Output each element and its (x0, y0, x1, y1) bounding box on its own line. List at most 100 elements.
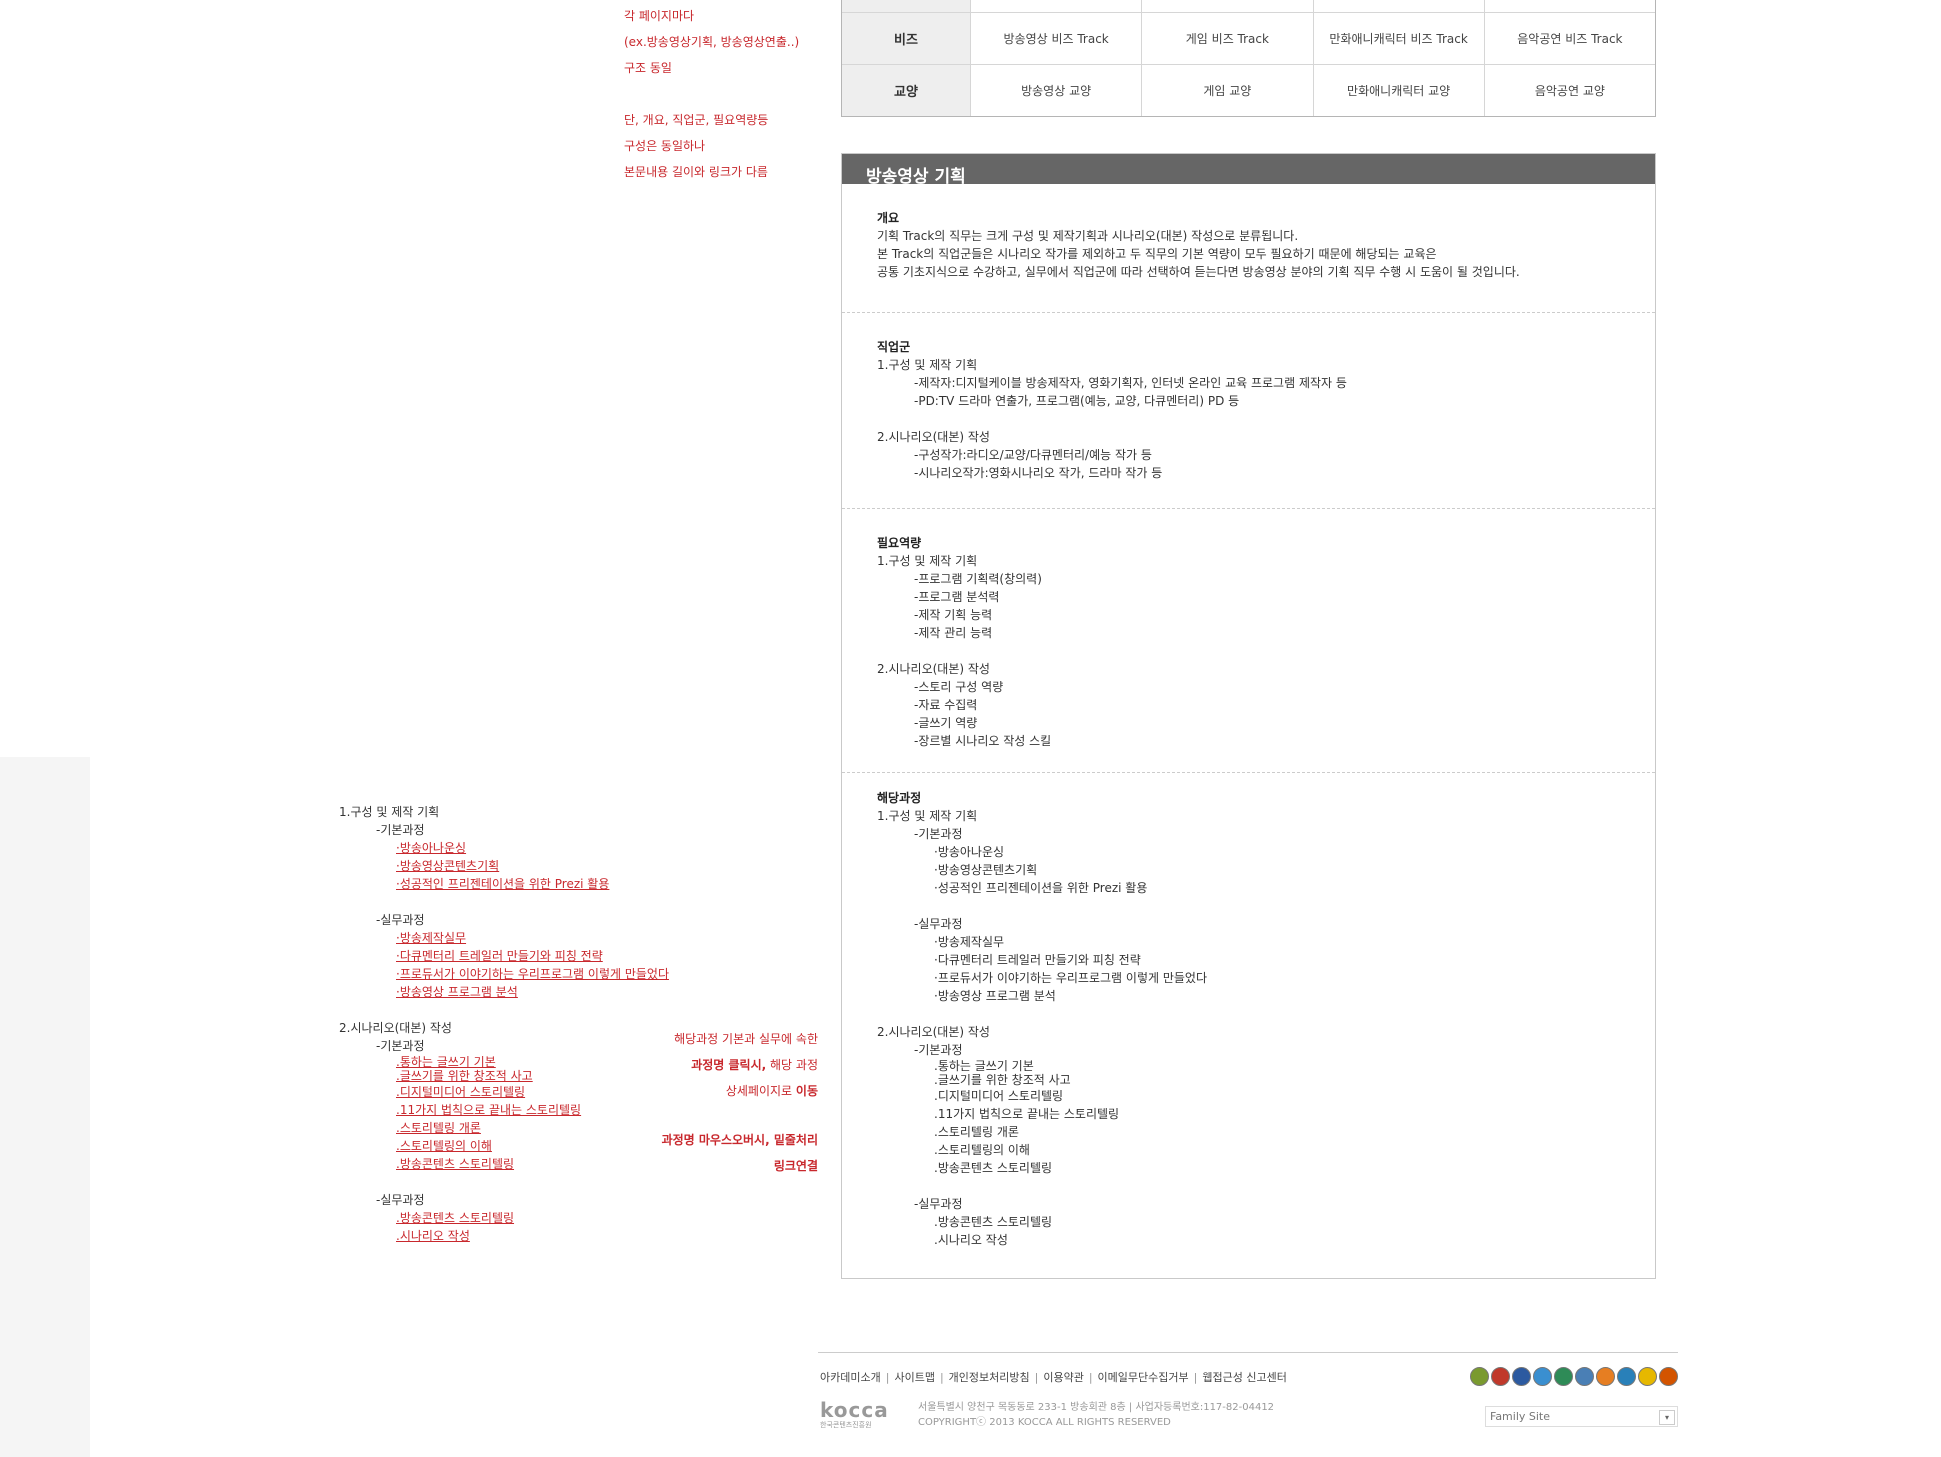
list-item: -시나리오작가:영화시나리오 작가, 드라마 작가 등 (914, 466, 1163, 480)
note-line: 단, 개요, 직업군, 필요역량등 (624, 113, 769, 127)
section-heading: 개요 (877, 211, 900, 225)
list-item: -자료 수집력 (914, 698, 978, 712)
course-link[interactable]: .방송콘텐츠 스토리텔링 (396, 1157, 514, 1171)
course-item: .스토리텔링 개론 (934, 1125, 1019, 1139)
course-link[interactable]: .11가지 법칙으로 끝내는 스토리텔링 (396, 1103, 581, 1117)
overview-text: 기획 Track의 직무는 크게 구성 및 제작기획과 시나리오(대본) 작성으… (877, 229, 1299, 243)
footer-link[interactable]: 이용약관 (1043, 1371, 1083, 1384)
course-category: -실무과정 (376, 1193, 425, 1207)
course-item: ·방송제작실무 (934, 935, 1005, 949)
course-link[interactable]: ·프로듀서가 이야기하는 우리프로그램 이렇게 만들었다 (396, 967, 669, 981)
separator: | (1088, 1371, 1093, 1384)
certification-badge-icon[interactable] (1491, 1367, 1510, 1386)
annotation-note-structure: 각 페이지마다 (ex.방송영상기획, 방송영상연출..) 구조 동일 단, 개… (624, 3, 799, 185)
group-title: 1.구성 및 제작 기획 (877, 554, 978, 568)
group-title: 2.시나리오(대본) 작성 (877, 662, 990, 676)
panel-header: 방송영상 기획 (842, 154, 1655, 184)
competency-section: 필요역량 1.구성 및 제작 기획 -프로그램 기획력(창의력) -프로그램 분… (842, 509, 1655, 773)
course-item: ·다큐멘터리 트레일러 만들기와 피칭 전략 (934, 953, 1141, 967)
footer: 아카데미소개 | 사이트맵 | 개인정보처리방침 | 이용약관 | 이메일무단수집거부 | 웹접근성… (818, 1352, 1678, 1429)
course-item: .방송콘텐츠 스토리텔링 (934, 1215, 1053, 1229)
group-title: 2.시나리오(대본) 작성 (339, 1021, 452, 1035)
certification-badges (1470, 1367, 1678, 1386)
course-category: -실무과정 (914, 917, 963, 931)
section-heading: 해당과정 (877, 791, 922, 805)
course-item: ·프로듀서가 이야기하는 우리프로그램 이렇게 만들었다 (934, 971, 1207, 985)
course-link[interactable]: ·방송영상 프로그램 분석 (396, 985, 518, 999)
course-link[interactable]: .스토리텔링의 이해 (396, 1139, 492, 1153)
row-label: 교양 (842, 65, 970, 116)
course-item: .11가지 법칙으로 끝내는 스토리텔링 (934, 1107, 1120, 1121)
course-category: -기본과정 (914, 827, 963, 841)
certification-badge-icon[interactable] (1617, 1367, 1636, 1386)
footer-link[interactable]: 아카데미소개 (820, 1371, 881, 1384)
note-line: (ex.방송영상기획, 방송영상연출..) (624, 35, 800, 49)
certification-badge-icon[interactable] (1575, 1367, 1594, 1386)
course-link[interactable]: ·성공적인 프리젠테이션을 위한 Prezi 활용 (396, 877, 609, 891)
course-item: .글쓰기를 위한 창조적 사고 (934, 1073, 1071, 1087)
page-title: 방송영상 기획 (866, 167, 966, 184)
list-item: -PD:TV 드라마 연출가, 프로그램(예능, 교양, 다큐멘터리) PD 등 (914, 394, 1240, 408)
section-heading: 직업군 (877, 340, 911, 354)
course-link[interactable]: .방송콘텐츠 스토리텔링 (396, 1211, 514, 1225)
footer-link[interactable]: 웹접근성 신고센터 (1202, 1371, 1286, 1384)
list-item: -구성작가:라디오/교양/다큐멘터리/예능 작가 등 (914, 448, 1152, 462)
certification-badge-icon[interactable] (1638, 1367, 1657, 1386)
separator: | (1193, 1371, 1198, 1384)
course-link[interactable]: .디지털미디어 스토리텔링 (396, 1085, 525, 1099)
certification-badge-icon[interactable] (1596, 1367, 1615, 1386)
note-line: 구성은 동일하나 (624, 139, 706, 153)
course-item: .시나리오 작성 (934, 1233, 1008, 1247)
footer-address: 서울특별시 양천구 목동동로 233-1 방송회관 8층 | 사업자등록번호:1… (918, 1402, 1275, 1413)
track-link[interactable]: 게임 비즈 Track (1141, 13, 1312, 64)
certification-badge-icon[interactable] (1554, 1367, 1573, 1386)
list-item: -글쓰기 역량 (914, 716, 978, 730)
footer-link[interactable]: 개인정보처리방침 (949, 1371, 1030, 1384)
overview-text: 공통 기초지식으로 수강하고, 실무에서 직업군에 따라 선택하여 듣는다면 방… (877, 265, 1520, 279)
separator: | (939, 1371, 944, 1384)
footer-link[interactable]: 사이트맵 (894, 1371, 934, 1384)
overview-section: 개요 기획 Track의 직무는 크게 구성 및 제작기획과 시나리오(대본) … (842, 184, 1655, 313)
list-item: -스토리 구성 역량 (914, 680, 1004, 694)
group-title: 1.구성 및 제작 기획 (339, 805, 440, 819)
track-link[interactable]: 게임 교양 (1141, 65, 1312, 116)
note-line: 본문내용 길이와 링크가 다름 (624, 165, 768, 179)
group-title: 2.시나리오(대본) 작성 (877, 1025, 990, 1039)
track-link[interactable]: 음악공연 교양 (1483, 65, 1655, 116)
course-link[interactable]: .시나리오 작성 (396, 1229, 470, 1243)
course-link[interactable]: ·방송제작실무 (396, 931, 466, 945)
track-link[interactable]: 만화애니캐릭터 교양 (1312, 65, 1484, 116)
course-item: .스토리텔링의 이해 (934, 1143, 1030, 1157)
note-line: 각 페이지마다 (624, 9, 695, 23)
track-detail-panel: 방송영상 기획 개요 기획 Track의 직무는 크게 구성 및 제작기획과 시… (841, 153, 1656, 1279)
group-title: 1.구성 및 제작 기획 (877, 809, 978, 823)
track-table-row (842, 0, 1655, 12)
track-link[interactable]: 방송영상 교양 (970, 65, 1141, 116)
kocca-logo: kocca 한국콘텐츠진흥원 (820, 1398, 889, 1429)
jobs-section: 직업군 1.구성 및 제작 기획 -제작자:디지털케이블 방송제작자, 영화기획… (842, 313, 1655, 509)
course-link[interactable]: .스토리텔링 개론 (396, 1121, 481, 1135)
course-category: -기본과정 (376, 1039, 425, 1053)
course-link[interactable]: .글쓰기를 위한 창조적 사고 (396, 1069, 533, 1083)
course-link[interactable]: ·방송아나운싱 (396, 841, 466, 855)
course-item: .방송콘텐츠 스토리텔링 (934, 1161, 1053, 1175)
family-site-select[interactable]: Family Site ▾ (1485, 1406, 1678, 1427)
track-table-row: 비즈 방송영상 비즈 Track 게임 비즈 Track 만화애니캐릭터 비즈 … (842, 12, 1655, 64)
track-table-row: 교양 방송영상 교양 게임 교양 만화애니캐릭터 교양 음악공연 교양 (842, 64, 1655, 116)
note-line: 구조 동일 (624, 61, 672, 75)
certification-badge-icon[interactable] (1512, 1367, 1531, 1386)
track-link[interactable]: 만화애니캐릭터 비즈 Track (1312, 13, 1484, 64)
course-link[interactable]: .통하는 글쓰기 기본 (396, 1055, 496, 1069)
certification-badge-icon[interactable] (1470, 1367, 1489, 1386)
footer-link[interactable]: 이메일무단수집거부 (1098, 1371, 1189, 1384)
course-category: -기본과정 (376, 823, 425, 837)
course-link[interactable]: ·방송영상콘텐츠기획 (396, 859, 499, 873)
course-link[interactable]: ·다큐멘터리 트레일러 만들기와 피칭 전략 (396, 949, 603, 963)
certification-badge-icon[interactable] (1659, 1367, 1678, 1386)
course-item: ·방송영상콘텐츠기획 (934, 863, 1038, 877)
track-link[interactable]: 방송영상 비즈 Track (970, 13, 1141, 64)
course-item: ·성공적인 프리젠테이션을 위한 Prezi 활용 (934, 881, 1148, 895)
track-link[interactable]: 음악공연 비즈 Track (1483, 13, 1655, 64)
certification-badge-icon[interactable] (1533, 1367, 1552, 1386)
course-link-list: 1.구성 및 제작 기획 -기본과정 ·방송아나운싱 ·방송영상콘텐츠기획 ·성… (339, 803, 669, 1245)
